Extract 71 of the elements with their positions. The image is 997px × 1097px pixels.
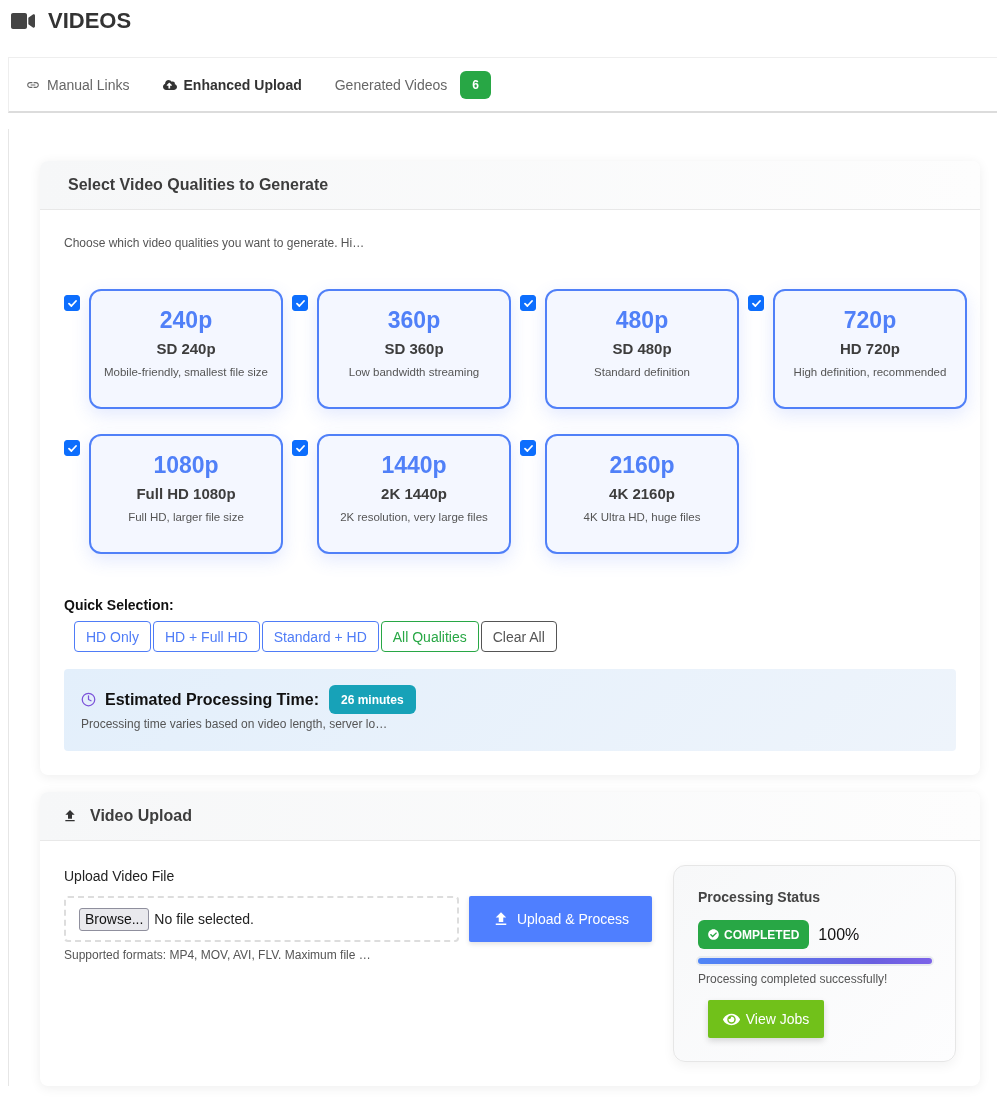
status-message: Processing completed successfully! xyxy=(698,972,889,986)
tab[interactable]: Manual Links xyxy=(26,76,130,93)
resolution-label: 720p xyxy=(843,306,897,334)
checkbox[interactable] xyxy=(292,440,308,456)
checkbox[interactable] xyxy=(520,440,536,456)
quality-name: 4K 2160p xyxy=(609,484,675,504)
quick-select-button[interactable]: Standard + HD xyxy=(261,621,379,652)
description-text: Choose which video qualities you want to generate. Hi… xyxy=(64,236,366,250)
resolution-label: 360p xyxy=(387,306,441,334)
estimate-title: Estimated Processing Time: xyxy=(105,690,319,709)
resolution-label: 240p xyxy=(159,306,213,334)
quality-option-card[interactable]: 1440p 2K 1440p 2K resolution, very large files xyxy=(317,434,511,554)
file-input-field[interactable]: Browse... No file selected. xyxy=(64,896,459,942)
quality-option-card[interactable]: 720p HD 720p High definition, recommended xyxy=(773,289,967,409)
tab[interactable]: Generated Videos 6 xyxy=(334,70,492,99)
percent-text: 100% xyxy=(818,925,860,944)
checkbox[interactable] xyxy=(520,295,536,311)
tick-icon xyxy=(751,299,761,307)
clock-icon xyxy=(81,692,96,707)
card-title: Select Video Qualities to Generate xyxy=(68,176,329,194)
card-title: Video Upload xyxy=(90,807,192,825)
quality-description: Low bandwidth streaming xyxy=(348,365,480,379)
quality-name: 2K 1440p xyxy=(381,484,447,504)
browse-button[interactable]: Browse... xyxy=(79,907,150,931)
tab[interactable]: Enhanced Upload xyxy=(162,76,302,93)
quality-name: Full HD 1080p xyxy=(136,484,236,504)
resolution-label: 2160p xyxy=(609,451,675,479)
estimate-note: Processing time varies based on video length, server lo… xyxy=(81,717,389,731)
quick-select-button[interactable]: HD Only xyxy=(74,621,151,652)
resolution-label: 480p xyxy=(615,306,669,334)
page-title: VIDEOS xyxy=(48,8,132,34)
resolution-label: 1080p xyxy=(153,451,219,479)
quality-name: HD 720p xyxy=(840,339,900,359)
field-label: Upload Video File xyxy=(64,868,176,885)
quality-description: Mobile-friendly, smallest file size xyxy=(103,365,268,379)
quality-name: SD 360p xyxy=(384,339,444,359)
cloud-upload-icon xyxy=(162,77,177,92)
quality-name: SD 240p xyxy=(156,339,216,359)
quality-description: High definition, recommended xyxy=(793,365,947,379)
tick-icon xyxy=(295,299,305,307)
quick-select-button[interactable]: HD + Full HD xyxy=(152,621,260,652)
quality-option-card[interactable]: 240p SD 240p Mobile-friendly, smallest file size xyxy=(89,289,283,409)
quality-option-card[interactable]: 1080p Full HD 1080p Full HD, larger file size xyxy=(89,434,283,554)
quality-description: 2K resolution, very large files xyxy=(340,510,488,524)
quality-option-card[interactable]: 360p SD 360p Low bandwidth streaming xyxy=(317,289,511,409)
resolution-label: 1440p xyxy=(381,451,447,479)
file-status-text: No file selected. xyxy=(154,911,254,927)
quality-description: Full HD, larger file size xyxy=(128,510,244,524)
quick-select-button[interactable]: Clear All xyxy=(480,621,557,652)
status-badge-text: COMPLETED xyxy=(724,927,800,942)
quick-selection-label: Quick Selection: xyxy=(64,597,175,614)
quality-option-card[interactable]: 2160p 4K 2160p 4K Ultra HD, huge files xyxy=(545,434,739,554)
quality-name: SD 480p xyxy=(612,339,672,359)
checkbox[interactable] xyxy=(748,295,764,311)
checkbox[interactable] xyxy=(64,295,80,311)
time-badge: 26 minutes xyxy=(329,685,416,714)
tick-icon xyxy=(295,444,305,452)
upload-process-button[interactable]: Upload & Process xyxy=(469,896,652,942)
tick-icon xyxy=(67,299,77,307)
checkbox[interactable] xyxy=(292,295,308,311)
tick-icon xyxy=(523,299,533,307)
count-badge: 6 xyxy=(460,70,492,99)
checkbox[interactable] xyxy=(64,440,80,456)
quality-description: 4K Ultra HD, huge files xyxy=(583,510,701,524)
format-hint: Supported formats: MP4, MOV, AVI, FLV. Maximum file … xyxy=(64,948,372,962)
status-title: Processing Status xyxy=(698,889,822,906)
tick-icon xyxy=(523,444,533,452)
quality-description: Standard definition xyxy=(594,365,690,379)
tick-icon xyxy=(67,444,77,452)
quality-option-card[interactable]: 480p SD 480p Standard definition xyxy=(545,289,739,409)
upload-icon xyxy=(62,808,78,824)
